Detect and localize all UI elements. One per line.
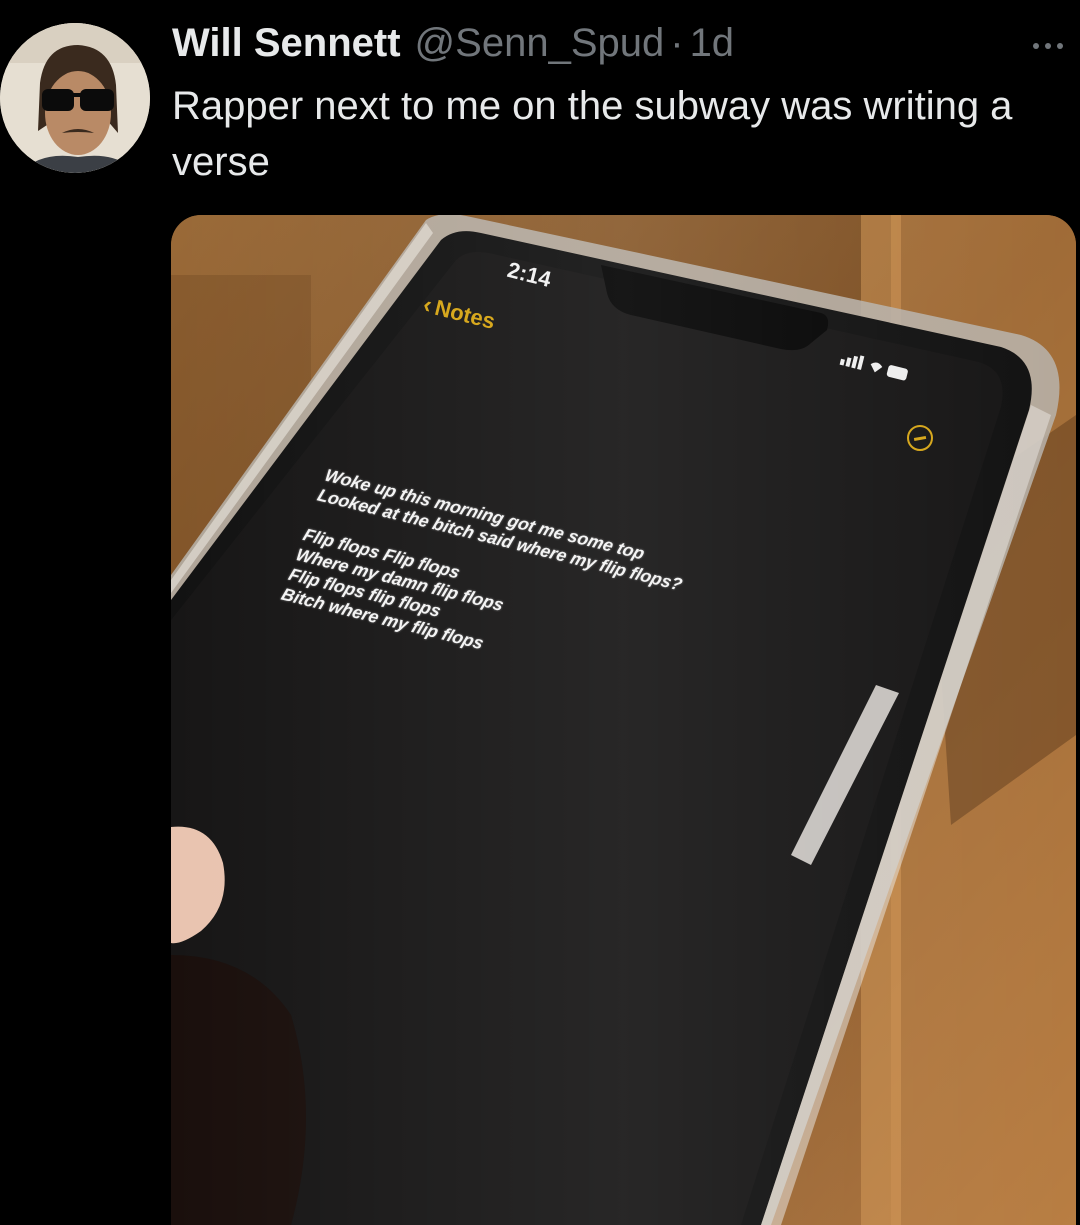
tweet: Will Sennett @Senn_Spud · 1d Rapper next… (0, 0, 1080, 1225)
more-horizontal-icon (1033, 43, 1039, 49)
user-handle[interactable]: @Senn_Spud (415, 18, 665, 68)
tweet-text: Rapper next to me on the subway was writ… (172, 84, 1013, 184)
photo-scene (171, 215, 1076, 1225)
more-horizontal-icon-dot (1057, 43, 1063, 49)
circle-minus-icon[interactable] (907, 425, 933, 451)
tweet-header: Will Sennett @Senn_Spud · 1d (172, 18, 734, 68)
avatar[interactable] (0, 23, 150, 173)
separator-dot: · (670, 21, 684, 65)
avatar-photo (0, 23, 150, 173)
display-name[interactable]: Will Sennett (172, 18, 401, 68)
more-horizontal-icon-dot (1045, 43, 1051, 49)
timestamp[interactable]: 1d (690, 18, 735, 68)
more-options-button[interactable] (1024, 26, 1072, 66)
tweet-photo[interactable]: 2:14 ‹Notes Woke up this morning got me … (171, 215, 1076, 1225)
